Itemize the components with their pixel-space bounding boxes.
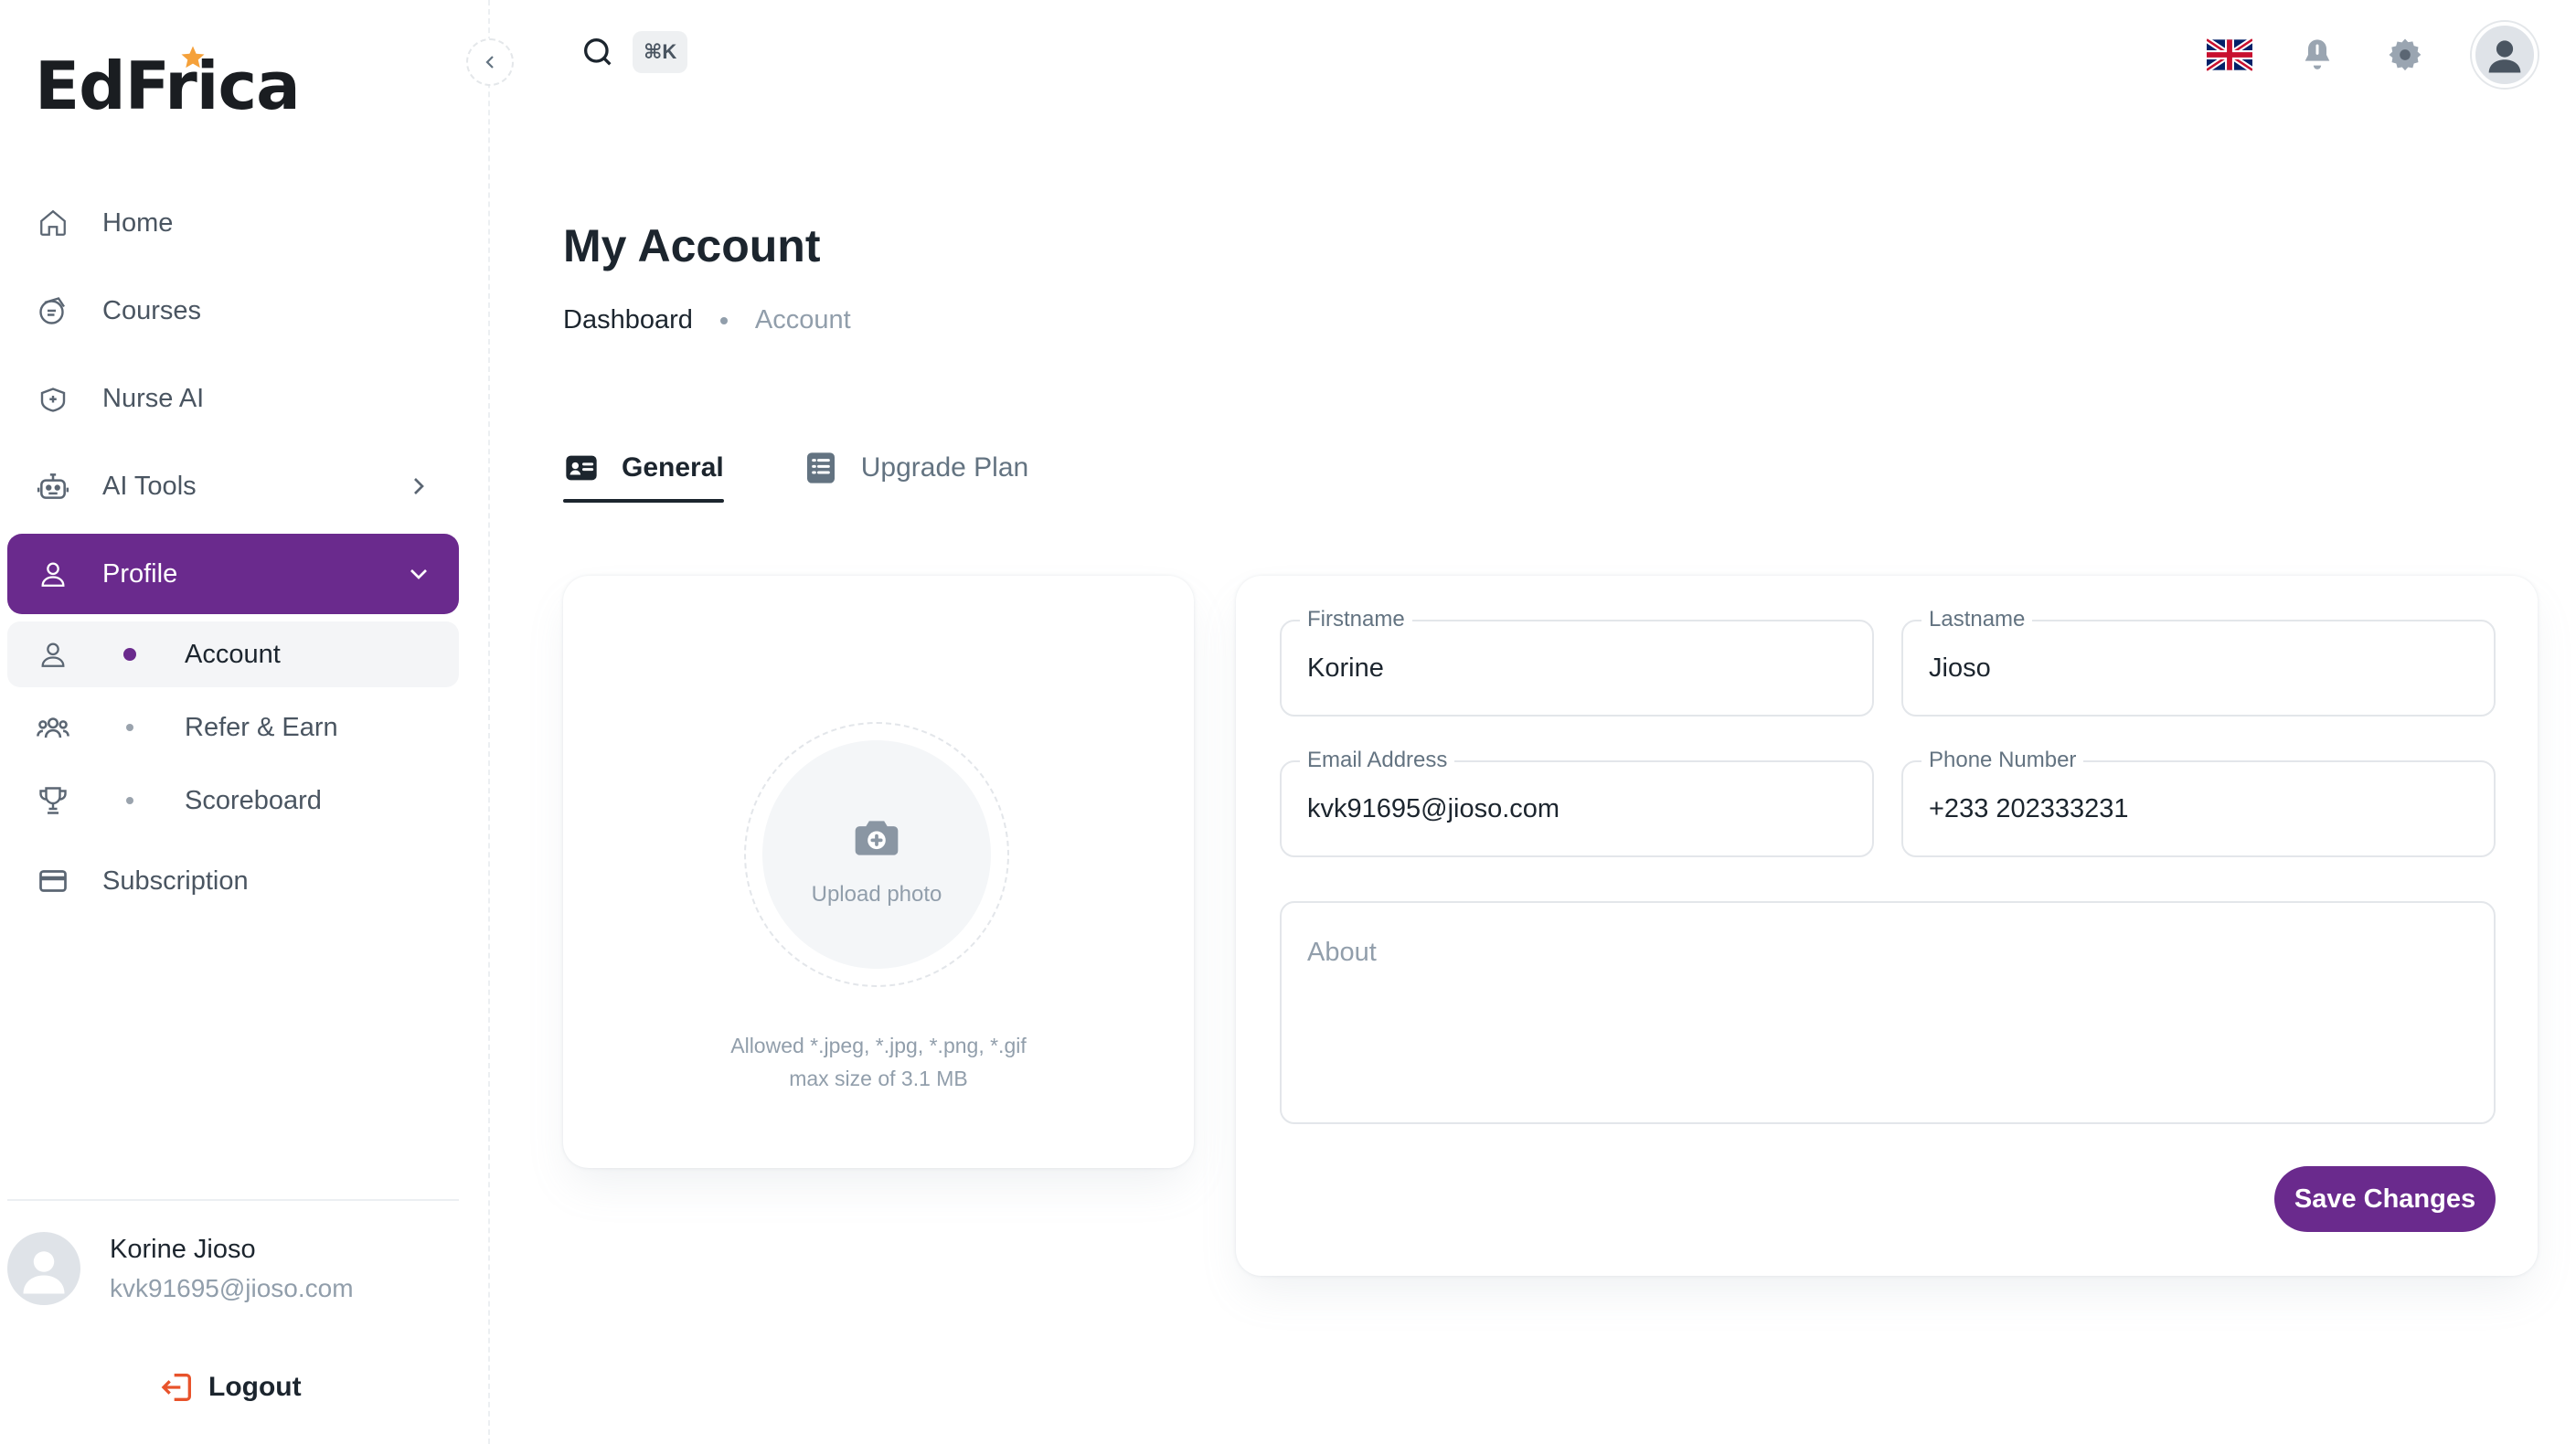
upload-hint: Allowed *.jpeg, *.jpg, *.png, *.gif max …	[563, 1029, 1194, 1095]
sidebar-item-label: Home	[102, 207, 174, 238]
sidebar-user-card[interactable]: Korine Jioso kvk91695@jioso.com	[7, 1232, 354, 1305]
chevron-left-icon	[485, 56, 494, 69]
upload-photo-area[interactable]: Upload photo	[762, 740, 991, 969]
gear-icon[interactable]	[2384, 34, 2426, 76]
sidebar-divider	[7, 1199, 459, 1201]
robot-icon	[35, 468, 71, 504]
user-email: kvk91695@jioso.com	[110, 1273, 354, 1302]
sidebar-item-label: Nurse AI	[102, 383, 205, 413]
user-silhouette-icon	[23, 1251, 65, 1294]
sidebar-subitem-scoreboard[interactable]: Scoreboard	[7, 768, 459, 833]
logout-button[interactable]: Logout	[159, 1369, 302, 1406]
sidebar-nav: Home Courses Nurse AI AI Tools Profile A…	[7, 183, 459, 929]
sidebar-item-label: Courses	[102, 295, 201, 325]
email-input[interactable]: kvk91695@jioso.com	[1307, 762, 1559, 855]
sidebar-subitem-account[interactable]: Account	[7, 621, 459, 687]
save-changes-button[interactable]: Save Changes	[2274, 1166, 2496, 1232]
lastname-field[interactable]: Lastname Jioso	[1901, 606, 2496, 717]
sidebar-subitem-label: Account	[185, 639, 281, 669]
sidebar-item-label: Subscription	[102, 865, 249, 896]
bullet-dot	[126, 724, 133, 731]
top-header: ⌘K	[492, 0, 2576, 128]
tab-label: Upgrade Plan	[860, 452, 1029, 483]
logout-icon	[161, 1374, 191, 1401]
upload-hint-formats: Allowed *.jpeg, *.jpg, *.png, *.gif	[730, 1034, 1027, 1057]
brand-logo[interactable]: EdFrica	[35, 46, 301, 124]
tab-general[interactable]: General	[563, 435, 724, 503]
sidebar-item-nurse-ai[interactable]: Nurse AI	[7, 358, 459, 439]
upload-photo-dropzone[interactable]: Upload photo	[744, 722, 1009, 987]
breadcrumb-account: Account	[754, 305, 851, 334]
search-icon	[584, 38, 612, 66]
page-title: My Account	[563, 220, 821, 271]
sidebar-item-courses[interactable]: Courses	[7, 271, 459, 351]
phone-input[interactable]: +233 202333231	[1929, 762, 2129, 855]
brand-name: EdFrica	[35, 48, 301, 124]
phone-field[interactable]: Phone Number +233 202333231	[1901, 747, 2496, 857]
chevron-right-icon	[414, 478, 424, 494]
upload-hint-size: max size of 3.1 MB	[789, 1067, 968, 1090]
firstname-input[interactable]: Korine	[1307, 621, 1384, 715]
header-actions	[2207, 22, 2538, 88]
photo-upload-card: Upload photo Allowed *.jpeg, *.jpg, *.pn…	[563, 576, 1194, 1168]
tab-upgrade-plan[interactable]: Upgrade Plan	[803, 435, 1028, 501]
bullet-dot	[123, 648, 136, 661]
card-icon	[35, 863, 71, 899]
firstname-field[interactable]: Firstname Korine	[1280, 606, 1874, 717]
camera-add-icon	[855, 821, 899, 855]
search-button[interactable]: ⌘K	[580, 31, 688, 73]
id-card-icon	[563, 450, 600, 486]
bullet-dot	[126, 797, 133, 804]
sidebar-item-label: Profile	[102, 558, 178, 589]
chevron-down-icon	[410, 569, 427, 579]
search-shortcut-badge: ⌘K	[633, 31, 688, 73]
notification-bell-icon[interactable]	[2296, 34, 2338, 76]
sidebar-subitem-refer-earn[interactable]: Refer & Earn	[7, 695, 459, 760]
group-icon	[35, 709, 71, 746]
sidebar-collapse-button[interactable]	[466, 38, 514, 86]
user-icon	[35, 556, 71, 592]
sidebar-item-subscription[interactable]: Subscription	[7, 841, 459, 921]
user-name: Korine Jioso	[110, 1234, 256, 1264]
sidebar-item-profile[interactable]: Profile	[7, 534, 459, 614]
sidebar-subitem-label: Scoreboard	[185, 785, 322, 815]
tab-label: General	[622, 452, 724, 483]
avatar	[7, 1232, 80, 1305]
sidebar-subitem-label: Refer & Earn	[185, 712, 338, 742]
account-tabs: General Upgrade Plan	[563, 435, 1107, 503]
about-placeholder: About	[1307, 938, 1377, 967]
sidebar-item-home[interactable]: Home	[7, 183, 459, 263]
uk-flag-icon[interactable]	[2207, 37, 2252, 72]
sidebar: EdFrica Home Courses Nurse AI AI Tools P…	[0, 0, 490, 1444]
lastname-input[interactable]: Jioso	[1929, 621, 1991, 715]
header-avatar[interactable]	[2472, 22, 2538, 88]
user-silhouette-icon	[2488, 40, 2521, 73]
list-icon	[803, 450, 839, 486]
email-field[interactable]: Email Address kvk91695@jioso.com	[1280, 747, 1874, 857]
star-icon	[181, 46, 205, 69]
account-form-card: Firstname Korine Lastname Jioso Email Ad…	[1236, 576, 2538, 1276]
breadcrumb-dashboard[interactable]: Dashboard	[563, 305, 693, 335]
home-icon	[35, 205, 71, 241]
sidebar-item-label: AI Tools	[102, 471, 197, 501]
about-textarea[interactable]: About	[1280, 901, 2496, 1124]
trophy-icon	[35, 782, 71, 819]
breadcrumb-separator	[719, 316, 728, 324]
courses-icon	[35, 292, 71, 329]
user-icon	[35, 636, 71, 673]
upload-photo-label: Upload photo	[811, 882, 942, 907]
logout-label: Logout	[208, 1372, 302, 1402]
sidebar-item-ai-tools[interactable]: AI Tools	[7, 446, 459, 526]
nurse-ai-icon	[35, 380, 71, 417]
breadcrumb: Dashboard Account	[563, 305, 851, 335]
